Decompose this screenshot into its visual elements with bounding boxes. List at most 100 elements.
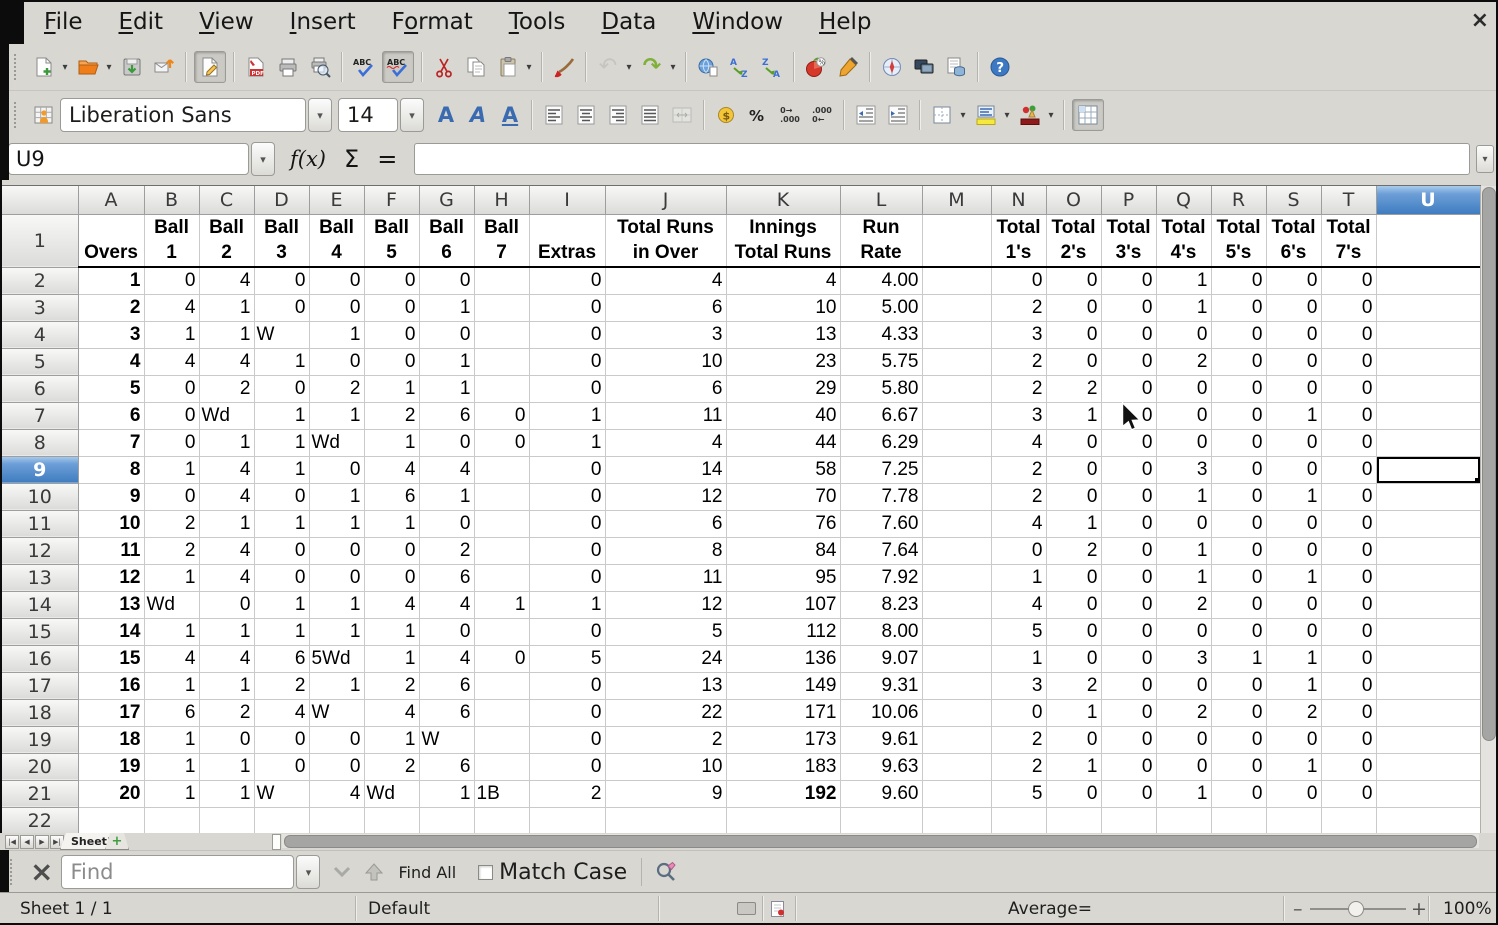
header-cell[interactable]: Ball 7 (474, 214, 529, 267)
cell-over[interactable]: 16 (78, 672, 144, 699)
cell-over-runs[interactable]: 4 (605, 429, 726, 456)
cell-total-count[interactable]: 1 (1046, 402, 1101, 429)
cell-total-count[interactable]: 0 (1266, 267, 1321, 294)
cell-total-count[interactable]: 2 (991, 348, 1046, 375)
cell-total-count[interactable]: 0 (1211, 699, 1266, 726)
column-header-G[interactable]: G (419, 186, 474, 214)
cell-over[interactable]: 9 (78, 483, 144, 510)
font-name-dropdown-icon[interactable]: ▾ (308, 98, 332, 132)
cell-over-runs[interactable]: 12 (605, 483, 726, 510)
column-header-K[interactable]: K (726, 186, 840, 214)
cell-run-rate[interactable]: 4.33 (840, 321, 922, 348)
cell-extras[interactable]: 0 (529, 672, 605, 699)
cell-total-count[interactable]: 0 (1321, 267, 1376, 294)
cell-over-runs[interactable]: 5 (605, 618, 726, 645)
cell-ball[interactable]: 4 (419, 591, 474, 618)
cell-run-rate[interactable]: 9.61 (840, 726, 922, 753)
cell-innings-total[interactable]: 58 (726, 456, 840, 483)
cell[interactable] (1376, 699, 1480, 726)
cell-ball[interactable]: 4 (309, 780, 364, 807)
cell-extras[interactable]: 0 (529, 321, 605, 348)
cell-run-rate[interactable]: 7.92 (840, 564, 922, 591)
font-size-dropdown-icon[interactable]: ▾ (400, 98, 424, 132)
cell-total-count[interactable]: 1 (1266, 564, 1321, 591)
cell[interactable] (922, 672, 991, 699)
menu-format[interactable]: Format (374, 0, 491, 44)
cell-over-runs[interactable]: 10 (605, 753, 726, 780)
cell-ball[interactable] (474, 807, 529, 834)
cell-innings-total[interactable]: 112 (726, 618, 840, 645)
cell-run-rate[interactable]: 7.64 (840, 537, 922, 564)
cell-extras[interactable]: 5 (529, 645, 605, 672)
cell-total-count[interactable]: 0 (1101, 672, 1156, 699)
cell-total-count[interactable]: 1 (1266, 483, 1321, 510)
cell-total-count[interactable] (1101, 807, 1156, 834)
cell-run-rate[interactable]: 9.60 (840, 780, 922, 807)
cell-ball[interactable]: 1 (309, 321, 364, 348)
cell-ball[interactable]: 1 (419, 348, 474, 375)
cell-total-count[interactable]: 2 (1046, 672, 1101, 699)
row-header-11[interactable]: 11 (2, 510, 78, 537)
cell[interactable] (1376, 780, 1480, 807)
cell-ball[interactable]: 6 (419, 672, 474, 699)
cell-total-count[interactable]: 1 (1266, 753, 1321, 780)
cell[interactable] (1376, 726, 1480, 753)
font-color-button[interactable] (1016, 101, 1044, 129)
cell-extras[interactable]: 0 (529, 618, 605, 645)
row-header-4[interactable]: 4 (2, 321, 78, 348)
borders-button[interactable] (928, 101, 956, 129)
cell-run-rate[interactable] (840, 807, 922, 834)
cell[interactable] (1376, 483, 1480, 510)
cell[interactable] (1376, 753, 1480, 780)
cell-run-rate[interactable]: 9.31 (840, 672, 922, 699)
cell-ball[interactable]: 0 (364, 294, 419, 321)
header-cell[interactable]: Ball 6 (419, 214, 474, 267)
cell-ball[interactable] (144, 807, 199, 834)
cell-ball[interactable]: 0 (419, 321, 474, 348)
cell-total-count[interactable]: 0 (1101, 348, 1156, 375)
new-document-button[interactable] (30, 53, 58, 81)
cell[interactable] (922, 780, 991, 807)
cell-total-count[interactable]: 3 (991, 402, 1046, 429)
background-color-dropdown-icon[interactable]: ▾ (1002, 110, 1012, 121)
cell-total-count[interactable]: 2 (1266, 699, 1321, 726)
cell-ball[interactable]: 0 (254, 483, 309, 510)
name-box-dropdown-icon[interactable]: ▾ (251, 142, 275, 176)
header-cell[interactable]: Ball 5 (364, 214, 419, 267)
cell-ball[interactable]: 0 (144, 375, 199, 402)
cell-ball[interactable]: 0 (309, 564, 364, 591)
cell-ball[interactable]: 0 (144, 483, 199, 510)
background-color-button[interactable] (972, 101, 1000, 129)
currency-button[interactable]: $ (712, 101, 740, 129)
cell-over[interactable]: 8 (78, 456, 144, 483)
cell-ball[interactable]: 0 (419, 618, 474, 645)
cell-ball[interactable] (309, 807, 364, 834)
column-header-M[interactable]: M (922, 186, 991, 214)
cell-ball[interactable]: 0 (254, 294, 309, 321)
cell-ball[interactable]: 0 (254, 726, 309, 753)
cell-over[interactable]: 1 (78, 267, 144, 294)
cell-total-count[interactable]: 0 (1101, 753, 1156, 780)
cell-total-count[interactable]: 0 (1046, 726, 1101, 753)
cell-extras[interactable]: 0 (529, 510, 605, 537)
cell-extras[interactable]: 2 (529, 780, 605, 807)
cell-ball[interactable]: 0 (199, 591, 254, 618)
cell-extras[interactable]: 0 (529, 753, 605, 780)
cell-extras[interactable]: 1 (529, 402, 605, 429)
cell-total-count[interactable]: 0 (1321, 645, 1376, 672)
cell-total-count[interactable]: 1 (1266, 645, 1321, 672)
row-header-19[interactable]: 19 (2, 726, 78, 753)
match-case-label[interactable]: Match Case (499, 860, 627, 885)
cell-total-count[interactable]: 2 (1156, 348, 1211, 375)
cell-total-count[interactable]: 0 (1046, 645, 1101, 672)
cell-total-count[interactable] (1156, 807, 1211, 834)
row-header-14[interactable]: 14 (2, 591, 78, 618)
cell-over-runs[interactable]: 13 (605, 672, 726, 699)
cell-over-runs[interactable]: 9 (605, 780, 726, 807)
cell-ball[interactable]: Wd (144, 591, 199, 618)
cell-over-runs[interactable]: 22 (605, 699, 726, 726)
cell-total-count[interactable]: 1 (991, 564, 1046, 591)
cell[interactable] (1376, 510, 1480, 537)
cell[interactable] (1376, 807, 1480, 834)
cell-total-count[interactable]: 0 (1211, 375, 1266, 402)
